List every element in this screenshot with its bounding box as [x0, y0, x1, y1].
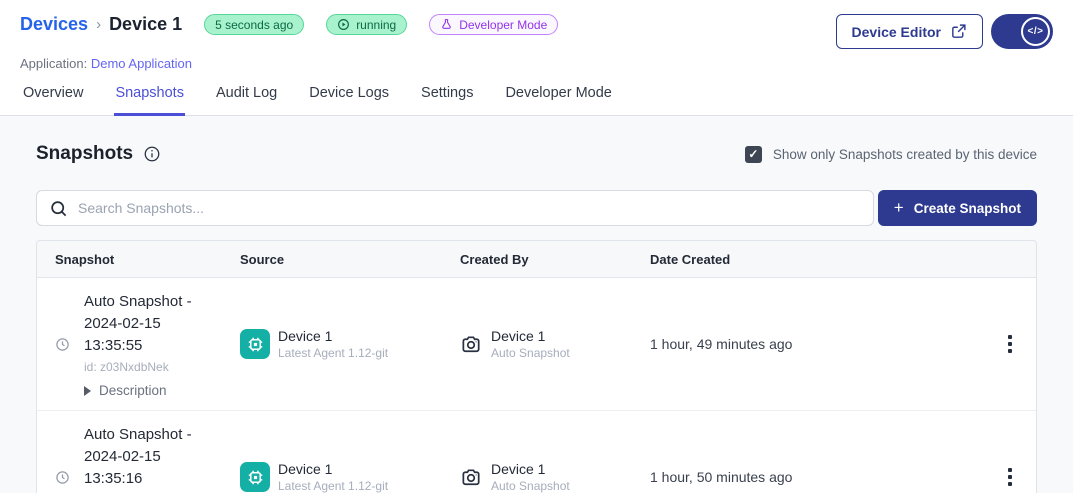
running-status-badge: running [326, 14, 407, 35]
create-snapshot-label: Create Snapshot [914, 201, 1021, 216]
date-created: 1 hour, 50 minutes ago [637, 469, 984, 485]
device-chip-icon [240, 462, 270, 492]
create-snapshot-button[interactable]: + Create Snapshot [878, 190, 1037, 226]
breadcrumb: Devices › Device 1 [20, 14, 182, 35]
source-device-name: Device 1 [278, 328, 388, 344]
developer-mode-badge: Developer Mode [429, 14, 558, 35]
running-status-text: running [356, 18, 396, 32]
created-by-type: Auto Snapshot [491, 479, 570, 493]
page-title: Snapshots [36, 143, 133, 165]
date-created: 1 hour, 49 minutes ago [637, 336, 984, 352]
snapshot-title-line2: 2024-02-15 13:35:55 [84, 313, 219, 357]
snapshot-title-line1: Auto Snapshot - [84, 424, 219, 446]
camera-icon [460, 333, 483, 356]
column-header-created-by: Created By [447, 252, 637, 267]
info-icon[interactable] [143, 145, 161, 163]
last-seen-text: 5 seconds ago [215, 18, 293, 32]
application-label: Application: [20, 56, 87, 71]
description-label: Description [99, 383, 167, 398]
snapshots-table: Snapshot Source Created By Date Created … [36, 240, 1037, 493]
page-header: Devices › Device 1 5 seconds ago running [0, 0, 1073, 116]
description-toggle[interactable]: Description [84, 383, 219, 398]
created-by-name: Device 1 [491, 461, 570, 477]
tab-developer-mode[interactable]: Developer Mode [504, 85, 612, 116]
column-header-date-created: Date Created [637, 252, 984, 267]
application-line: Application: Demo Application [0, 56, 1073, 71]
developer-mode-text: Developer Mode [459, 18, 547, 32]
table-row: Auto Snapshot - 2024-02-15 13:35:55 id: … [37, 278, 1036, 411]
search-box [36, 190, 874, 226]
plus-icon: + [894, 198, 904, 218]
application-link[interactable]: Demo Application [91, 56, 192, 71]
code-icon: </> [1021, 17, 1050, 46]
created-by-name: Device 1 [491, 328, 570, 344]
device-editor-label: Device Editor [852, 24, 941, 40]
table-header-row: Snapshot Source Created By Date Created [37, 241, 1036, 278]
tab-audit-log[interactable]: Audit Log [215, 85, 278, 116]
device-chip-icon [240, 329, 270, 359]
device-filter: Show only Snapshots created by this devi… [745, 146, 1037, 163]
tab-overview[interactable]: Overview [22, 85, 84, 116]
snapshots-panel: Snapshots Show only Snapshots created by… [0, 116, 1073, 493]
row-actions-kebab-icon[interactable] [1002, 329, 1018, 359]
breadcrumb-current-device: Device 1 [109, 14, 182, 35]
snapshot-title-line2: 2024-02-15 13:35:16 [84, 446, 219, 490]
flask-icon [440, 18, 453, 31]
tab-device-logs[interactable]: Device Logs [308, 85, 390, 116]
source-agent-version: Latest Agent 1.12-git [278, 346, 388, 360]
search-icon [49, 199, 68, 218]
row-actions-kebab-icon[interactable] [1002, 462, 1018, 492]
device-editor-button[interactable]: Device Editor [836, 14, 983, 49]
breadcrumb-devices-link[interactable]: Devices [20, 14, 88, 35]
tab-bar: Overview Snapshots Audit Log Device Logs… [0, 85, 1073, 116]
column-header-source: Source [227, 252, 447, 267]
filter-label: Show only Snapshots created by this devi… [773, 147, 1037, 162]
snapshot-id: id: z03NxdbNek [84, 360, 219, 374]
search-input[interactable] [78, 200, 861, 216]
external-link-icon [950, 23, 967, 40]
last-seen-badge: 5 seconds ago [204, 14, 304, 35]
clock-icon [55, 470, 70, 485]
triangle-right-icon [84, 386, 91, 396]
created-by-type: Auto Snapshot [491, 346, 570, 360]
table-row: Auto Snapshot - 2024-02-15 13:35:16 id: … [37, 411, 1036, 493]
snapshot-title-line1: Auto Snapshot - [84, 291, 219, 313]
source-device-name: Device 1 [278, 461, 388, 477]
show-only-device-checkbox[interactable] [745, 146, 762, 163]
clock-icon [55, 337, 70, 352]
column-header-snapshot: Snapshot [37, 252, 227, 267]
tab-settings[interactable]: Settings [420, 85, 474, 116]
play-circle-icon [337, 18, 350, 31]
breadcrumb-separator: › [96, 16, 101, 33]
camera-icon [460, 466, 483, 489]
tab-snapshots[interactable]: Snapshots [114, 85, 185, 116]
developer-mode-toggle[interactable]: </> [991, 14, 1053, 49]
source-agent-version: Latest Agent 1.12-git [278, 479, 388, 493]
